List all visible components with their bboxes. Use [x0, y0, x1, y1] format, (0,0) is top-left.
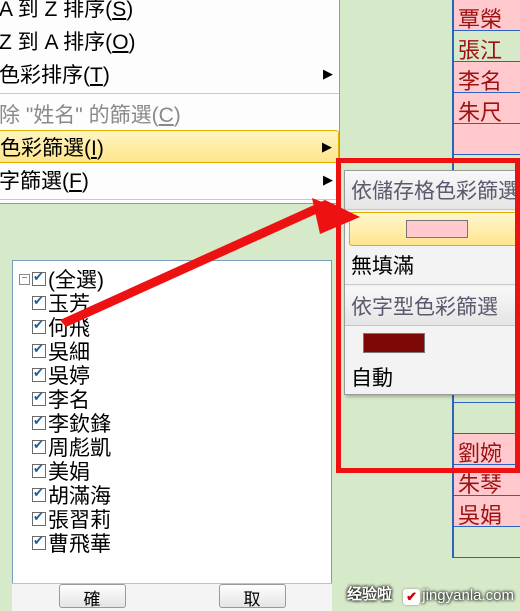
checkbox-icon [32, 416, 46, 430]
sheet-cell[interactable]: 張江 [454, 31, 520, 62]
sheet-cell[interactable]: 朱琴 [454, 465, 520, 496]
color-filter-submenu: 依儲存格色彩篩選 無填滿 依字型色彩篩選 自動 [344, 170, 520, 395]
submenu-cell-color-pink[interactable] [349, 212, 520, 246]
chevron-right-icon: ▶ [323, 172, 333, 188]
sheet-cell[interactable] [454, 403, 520, 434]
submenu-auto[interactable]: 自動 [345, 360, 520, 394]
watermark-brand: 经验啦 [347, 583, 392, 604]
sheet-cell[interactable] [454, 124, 520, 155]
filter-item-label: 曹飛華 [48, 528, 111, 558]
menu-label: 字篩選(F) [0, 165, 89, 195]
separator [0, 199, 339, 200]
chevron-right-icon: ▶ [323, 66, 333, 82]
submenu-font-color-title: 依字型色彩篩選 [345, 287, 520, 326]
checkbox-icon [32, 440, 46, 454]
watermark-check-icon: ✔ [403, 589, 420, 605]
menu-sort-az[interactable]: A 到 Z 排序(S) [0, 0, 339, 24]
sheet-cell[interactable] [454, 527, 520, 558]
menu-color-filter[interactable]: 色彩篩選(I) ▶ [0, 130, 339, 163]
checkbox-icon [32, 536, 46, 550]
checkbox-icon [32, 320, 46, 334]
menu-label: 色彩篩選(I) [0, 132, 104, 162]
checkbox-icon [32, 368, 46, 382]
separator [0, 93, 339, 94]
sheet-cell[interactable]: 吳娟 [454, 496, 520, 527]
filter-values-panel: −(全選)玉芳何飛吳細吳婷李名李欽鋒周彪凱美娟胡滿海張習莉曹飛華 [12, 260, 332, 606]
menu-sort-za[interactable]: Z 到 A 排序(O) [0, 24, 339, 57]
menu-clear-filter[interactable]: 除 "姓名" 的篩選(C) [0, 97, 339, 130]
filter-item[interactable]: 曹飛華 [17, 531, 327, 555]
menu-label: A 到 Z 排序(S) [0, 0, 133, 23]
cancel-button[interactable]: 取 [219, 584, 286, 608]
separator [345, 284, 520, 285]
sheet-cell[interactable]: 李名 [454, 62, 520, 93]
watermark-url: jingyanla.com [422, 587, 514, 604]
collapse-icon: − [19, 274, 30, 285]
ok-button[interactable]: 確 [59, 584, 126, 608]
sheet-cell[interactable]: 朱尺 [454, 93, 520, 124]
darkred-swatch-icon [363, 333, 425, 353]
chevron-right-icon: ▶ [322, 139, 332, 155]
menu-label: 色彩排序(T) [0, 59, 110, 89]
checkbox-icon [32, 512, 46, 526]
submenu-label: 無填滿 [351, 250, 414, 280]
checkbox-icon [32, 392, 46, 406]
sheet-cell[interactable]: 覃榮 [454, 0, 520, 31]
submenu-no-fill[interactable]: 無填滿 [345, 248, 520, 282]
menu-label: Z 到 A 排序(O) [0, 26, 136, 56]
dialog-button-row: 確 取 [12, 583, 332, 611]
checkbox-icon [32, 464, 46, 478]
sheet-cell[interactable]: 劉婉 [454, 434, 520, 465]
menu-label: 除 "姓名" 的篩選(C) [0, 99, 181, 129]
menu-sort-color[interactable]: 色彩排序(T) ▶ [0, 57, 339, 90]
checkbox-icon [32, 488, 46, 502]
checkbox-icon [32, 344, 46, 358]
checkbox-icon [32, 296, 46, 310]
filter-dropdown-menu: A 到 Z 排序(S) Z 到 A 排序(O) 色彩排序(T) ▶ 除 "姓名" … [0, 0, 340, 204]
checkbox-icon [32, 272, 46, 286]
submenu-cell-color-title: 依儲存格色彩篩選 [345, 171, 520, 210]
submenu-font-color-dark[interactable] [345, 326, 520, 360]
pink-swatch-icon [406, 220, 468, 238]
menu-text-filter[interactable]: 字篩選(F) ▶ [0, 163, 339, 196]
submenu-label: 自動 [351, 362, 393, 392]
filter-values-list[interactable]: −(全選)玉芳何飛吳細吳婷李名李欽鋒周彪凱美娟胡滿海張習莉曹飛華 [15, 265, 329, 557]
